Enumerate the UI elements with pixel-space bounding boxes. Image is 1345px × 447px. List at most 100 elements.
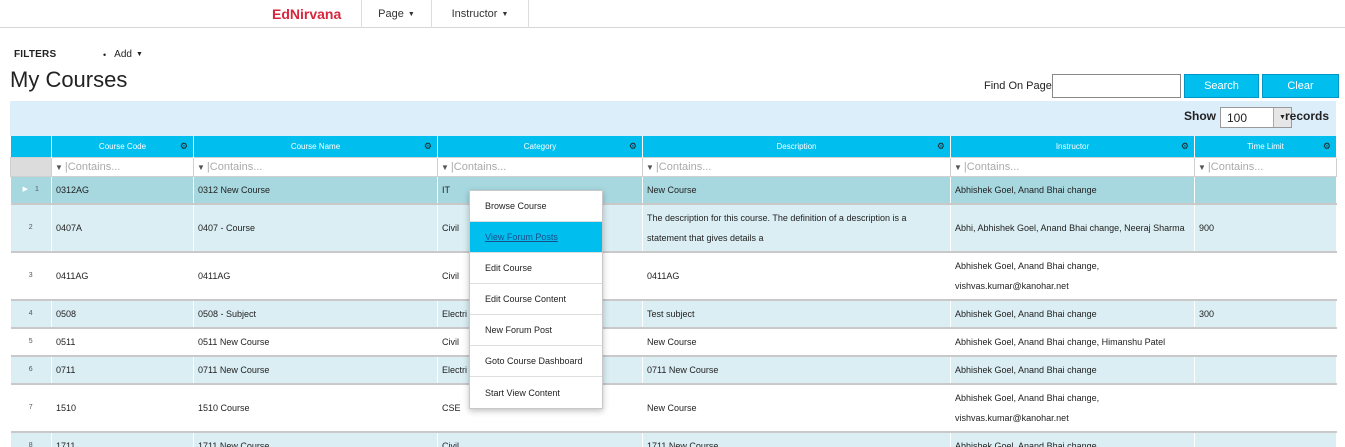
table-row[interactable]: 8 1711 1711 New Course Civil 1711 New Co… [10, 431, 1337, 447]
cell-time-limit [1194, 251, 1337, 301]
header-time-limit[interactable]: Time Limit ⚙ [1194, 136, 1337, 157]
gear-icon[interactable]: ⚙ [1181, 141, 1189, 152]
filter-category[interactable]: ▼ |Contains... [437, 156, 643, 177]
find-on-page-label: Find On Page [984, 80, 1052, 92]
cell-instructor: Abhishek Goel, Anand Bhai change [950, 299, 1195, 329]
row-index: 8 [10, 431, 52, 447]
cell-course-code: 0312AG [51, 176, 194, 205]
show-label: Show [1184, 109, 1216, 123]
filter-funnel-icon[interactable]: ▼ [954, 163, 962, 172]
row-context-menu: Browse Course View Forum Posts Edit Cour… [469, 190, 603, 409]
cell-course-name: 0411AG [193, 251, 438, 301]
filter-time-limit[interactable]: ▼ |Contains... [1194, 156, 1337, 177]
cell-description: New Course [642, 176, 951, 205]
cell-time-limit [1194, 327, 1337, 357]
cell-category: Civil [437, 431, 643, 447]
gear-icon[interactable]: ⚙ [629, 141, 637, 152]
cell-time-limit [1194, 176, 1337, 205]
filter-placeholder: Contains... [209, 160, 263, 173]
nav-page-menu[interactable]: Page ▼ [361, 0, 431, 28]
brand-logo[interactable]: EdNirvana [272, 6, 341, 22]
header-index [10, 136, 52, 157]
table-row[interactable]: 6 0711 0711 New Course Electri 0711 New … [10, 355, 1337, 385]
cell-instructor: Abhishek Goel, Anand Bhai change [950, 176, 1195, 205]
records-per-page-select[interactable]: 100 ▼ [1220, 107, 1292, 128]
bullet-icon: • [103, 49, 107, 60]
cell-course-name: 0508 - Subject [193, 299, 438, 329]
cell-course-code: 1510 [51, 383, 194, 433]
menu-item-new-forum-post[interactable]: New Forum Post [470, 315, 602, 346]
cell-instructor: Abhishek Goel, Anand Bhai change [950, 431, 1195, 447]
row-index: 6 [10, 355, 52, 385]
cell-course-name: 0407 - Course [193, 203, 438, 253]
filter-funnel-icon[interactable]: ▼ [441, 163, 449, 172]
header-label: Category [523, 141, 557, 151]
row-index: 2 [10, 203, 52, 253]
table-row[interactable]: 3 0411AG 0411AG Civil 0411AG Abhishek Go… [10, 251, 1337, 301]
menu-item-browse-course[interactable]: Browse Course [470, 191, 602, 222]
gear-icon[interactable]: ⚙ [937, 141, 945, 152]
cell-description: 1711 New Course [642, 431, 951, 447]
filter-description[interactable]: ▼ |Contains... [642, 156, 951, 177]
header-instructor[interactable]: Instructor ⚙ [950, 136, 1195, 157]
cell-course-code: 0411AG [51, 251, 194, 301]
row-index: 3 [10, 251, 52, 301]
header-course-name[interactable]: Course Name ⚙ [193, 136, 438, 157]
table-row[interactable]: ▶ 1 0312AG 0312 New Course IT New Course … [10, 176, 1337, 205]
nav-page-label: Page [378, 8, 404, 20]
filter-placeholder: Contains... [67, 160, 121, 173]
cell-description: New Course [642, 383, 951, 433]
filter-instructor[interactable]: ▼ |Contains... [950, 156, 1195, 177]
filter-funnel-icon[interactable]: ▼ [197, 163, 205, 172]
search-button[interactable]: Search [1184, 74, 1259, 98]
caret-down-icon: ▼ [135, 51, 143, 58]
header-course-code[interactable]: Course Code ⚙ [51, 136, 194, 157]
table-row[interactable]: 2 0407A 0407 - Course Civil The descript… [10, 203, 1337, 253]
gear-icon[interactable]: ⚙ [1323, 141, 1331, 152]
filter-placeholder: Contains... [453, 160, 507, 173]
row-index: 7 [10, 383, 52, 433]
clear-button[interactable]: Clear [1262, 74, 1339, 98]
gear-icon[interactable]: ⚙ [424, 141, 432, 152]
grid-header-row: Course Code ⚙ Course Name ⚙ Category ⚙ Desc… [10, 136, 1337, 157]
menu-item-goto-course-dashboard[interactable]: Goto Course Dashboard [470, 346, 602, 377]
cell-course-code: 0407A [51, 203, 194, 253]
cell-course-name: 1510 Course [193, 383, 438, 433]
filter-course-code[interactable]: ▼ |Contains... [51, 156, 194, 177]
cell-course-code: 1711 [51, 431, 194, 447]
filter-course-name[interactable]: ▼ |Contains... [193, 156, 438, 177]
cell-time-limit [1194, 431, 1337, 447]
cell-course-name: 0711 New Course [193, 355, 438, 385]
grid-filter-row: ▼ |Contains... ▼ |Contains... ▼ |Contains..… [10, 156, 1337, 177]
records-per-page-value: 100 [1227, 110, 1248, 125]
filter-funnel-icon[interactable]: ▼ [646, 163, 654, 172]
courses-grid: Course Code ⚙ Course Name ⚙ Category ⚙ Desc… [10, 136, 1337, 447]
menu-item-start-view-content[interactable]: Start View Content [470, 377, 602, 408]
filter-funnel-icon[interactable]: ▼ [55, 163, 63, 172]
filter-placeholder: Contains... [658, 160, 712, 173]
cell-course-name: 1711 New Course [193, 431, 438, 447]
cell-description: 0411AG [642, 251, 951, 301]
filters-label: FILTERS [14, 49, 57, 60]
header-category[interactable]: Category ⚙ [437, 136, 643, 157]
table-row[interactable]: 4 0508 0508 - Subject Electri Test subje… [10, 299, 1337, 329]
filter-index-cell [10, 156, 52, 177]
cell-instructor: Abhi, Abhishek Goel, Anand Bhai change, … [950, 203, 1195, 253]
row-index: ▶ 1 [10, 176, 52, 205]
menu-item-edit-course-content[interactable]: Edit Course Content [470, 284, 602, 315]
filter-placeholder: Contains... [1210, 160, 1264, 173]
filter-funnel-icon[interactable]: ▼ [1198, 163, 1206, 172]
gear-icon[interactable]: ⚙ [180, 141, 188, 152]
header-description[interactable]: Description ⚙ [642, 136, 951, 157]
menu-item-view-forum-posts[interactable]: View Forum Posts [470, 222, 602, 253]
table-row[interactable]: 7 1510 1510 Course CSE New Course Abhish… [10, 383, 1337, 433]
table-row[interactable]: 5 0511 0511 New Course Civil New Course … [10, 327, 1337, 357]
menu-item-edit-course[interactable]: Edit Course [470, 253, 602, 284]
cell-description: 0711 New Course [642, 355, 951, 385]
top-nav: EdNirvana Page ▼ Instructor ▼ [0, 0, 1345, 28]
add-filter-dropdown[interactable]: • Add ▼ [103, 49, 143, 60]
cell-course-code: 0508 [51, 299, 194, 329]
nav-instructor-menu[interactable]: Instructor ▼ [431, 0, 529, 28]
find-on-page-input[interactable] [1052, 74, 1181, 98]
cell-description: New Course [642, 327, 951, 357]
